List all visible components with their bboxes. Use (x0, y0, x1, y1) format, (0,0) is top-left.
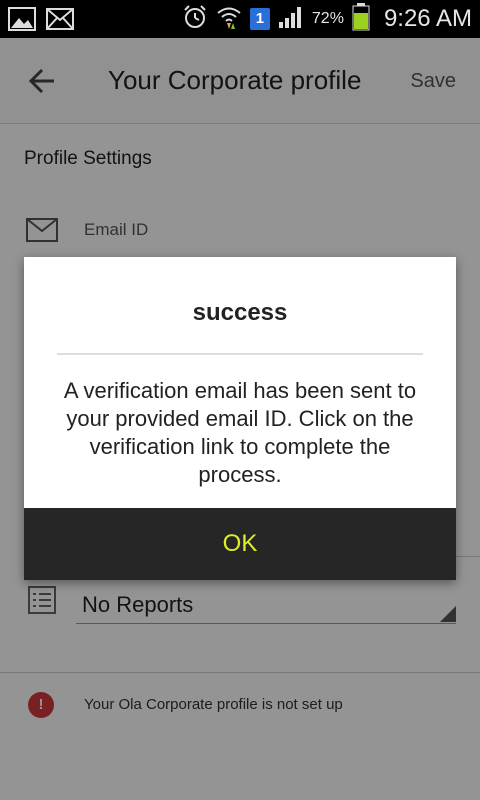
dialog-title: success (192, 299, 288, 326)
battery-percent: 72% (311, 10, 344, 27)
mail-icon (46, 8, 74, 35)
wifi-icon (216, 4, 242, 35)
signal-icon (278, 5, 304, 34)
gallery-icon (8, 7, 36, 36)
success-dialog: success A verification email has been se… (24, 257, 456, 580)
sim-icon: 1 (249, 8, 270, 30)
ok-button[interactable]: OK (24, 508, 456, 580)
alarm-icon (182, 4, 208, 35)
dialog-message: A verification email has been sent to yo… (63, 378, 417, 487)
status-time: 9:26 AM (383, 5, 472, 32)
dialog-divider (57, 353, 423, 355)
status-bar: 1 72% 9:26 AM (0, 0, 480, 38)
battery-icon (352, 2, 370, 36)
